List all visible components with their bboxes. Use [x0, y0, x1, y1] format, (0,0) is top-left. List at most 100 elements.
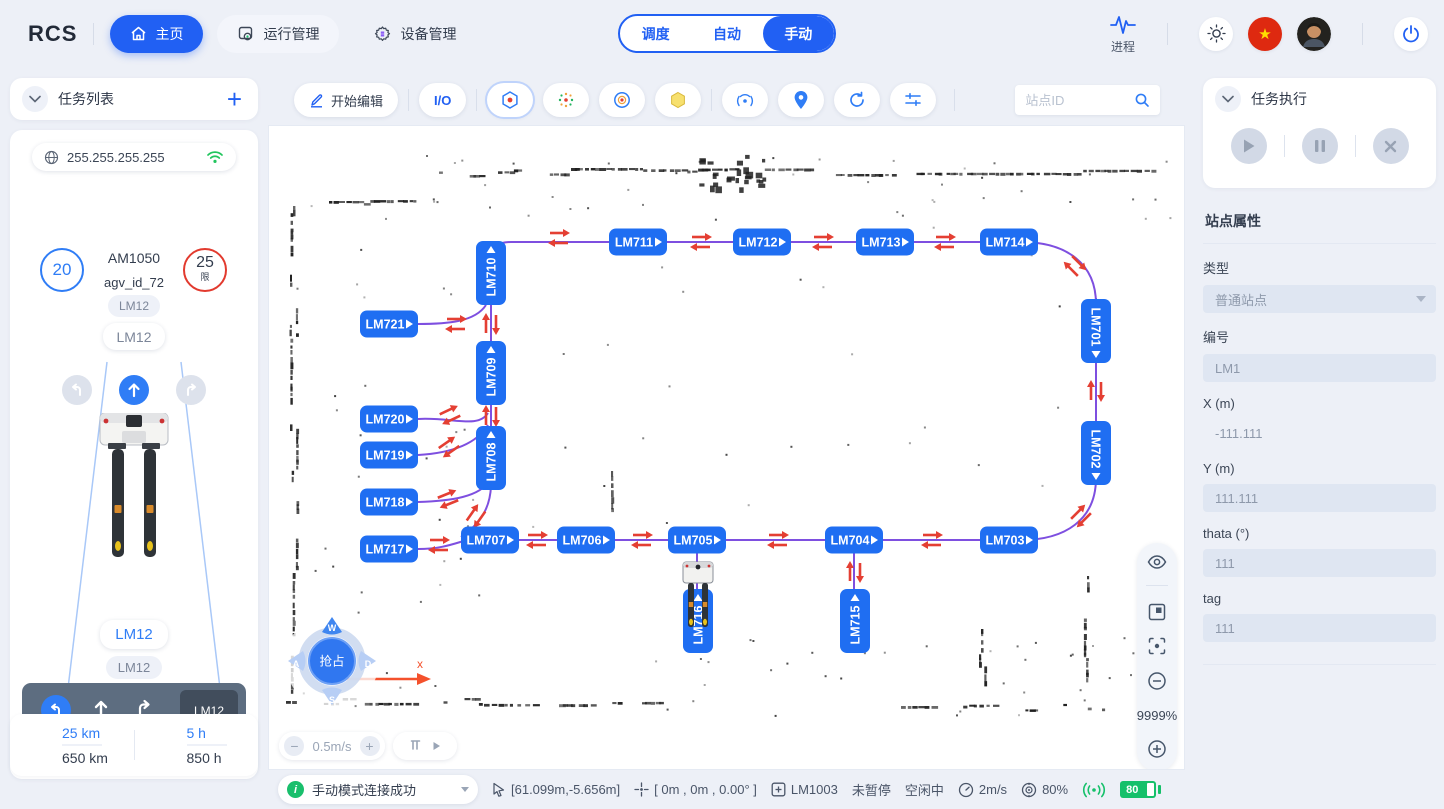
plus-square-icon [771, 782, 786, 797]
map-station-LM717[interactable]: LM717 [360, 536, 418, 563]
y-input[interactable]: 111.111 [1203, 484, 1436, 512]
robot-pose: [ 0m , 0m , 0.00° ] [634, 782, 757, 797]
map-station-LM703[interactable]: LM703 [980, 527, 1038, 554]
pin-button[interactable] [778, 83, 824, 117]
zoom-out-button[interactable] [1147, 671, 1167, 691]
theta-input[interactable]: 111 [1203, 549, 1436, 577]
station-search [1015, 85, 1160, 115]
go-forward-button[interactable] [119, 375, 149, 405]
pencil-icon [309, 93, 324, 108]
mode-option-auto[interactable]: 自动 [691, 16, 762, 51]
tag-input[interactable]: 111 [1203, 614, 1436, 642]
map-station-LM719[interactable]: LM719 [360, 442, 418, 469]
layer-zone-button[interactable] [655, 83, 701, 117]
io-button[interactable]: I/O [419, 83, 466, 117]
nav-item-operation[interactable]: 运行管理 [217, 15, 339, 53]
nav-item-label: 主页 [155, 24, 183, 44]
location-pin-icon [793, 90, 809, 110]
collapse-button[interactable] [22, 86, 48, 112]
app-logo: RCS [28, 21, 77, 47]
current-station: LM1003 [771, 782, 838, 797]
map-station-LM707[interactable]: LM707 [461, 527, 519, 554]
direction-arrow [482, 405, 490, 425]
svg-text:LM706: LM706 [563, 534, 602, 548]
layer-station-button[interactable] [487, 83, 533, 117]
map-station-LM715[interactable]: LM715 [840, 589, 870, 653]
minimap-button[interactable] [1148, 603, 1166, 621]
map-station-LM711[interactable]: LM711 [609, 229, 667, 256]
task-pause-button[interactable] [1302, 128, 1338, 164]
power-icon [1401, 24, 1421, 44]
layer-pointcloud-button[interactable] [543, 83, 589, 117]
speed-readout: 2m/s [958, 782, 1007, 798]
type-select[interactable]: 普通站点 [1203, 285, 1436, 313]
task-list-panel: 任务列表 + 255.255.255.255 20 AM1050 agv_id_… [0, 67, 268, 809]
svg-text:LM703: LM703 [986, 534, 1025, 548]
zoom-in-button[interactable] [1147, 739, 1167, 759]
task-execution-card: 任务执行 [1203, 78, 1436, 188]
map-station-LM712[interactable]: LM712 [733, 229, 791, 256]
map-station-LM718[interactable]: LM718 [360, 489, 418, 516]
chevron-down-icon [461, 787, 469, 792]
map-station-LM716[interactable]: LM716 [683, 589, 713, 653]
direction-arrow [492, 315, 500, 335]
map-station-LM710[interactable]: LM710 [476, 241, 506, 305]
collapse-button[interactable] [1215, 86, 1241, 112]
agv-ip-field[interactable]: 255.255.255.255 [32, 143, 236, 171]
add-task-button[interactable]: + [223, 89, 246, 109]
center-focus-button[interactable] [1148, 637, 1166, 655]
map-station-LM706[interactable]: LM706 [557, 527, 615, 554]
speed-minus-button[interactable]: − [284, 736, 304, 756]
map-station-LM714[interactable]: LM714 [980, 229, 1038, 256]
map-station-LM720[interactable]: LM720 [360, 406, 418, 433]
visibility-button[interactable] [1147, 555, 1167, 569]
joystick-seize-button[interactable]: 抢占 [309, 638, 355, 684]
start-edit-button[interactable]: 开始编辑 [294, 83, 398, 117]
map-station-LM713[interactable]: LM713 [856, 229, 914, 256]
task-play-button[interactable] [1231, 128, 1267, 164]
turn-right-button[interactable] [176, 375, 206, 405]
search-icon[interactable] [1134, 92, 1150, 108]
power-button[interactable] [1394, 17, 1428, 51]
vehicle-card: 255.255.255.255 20 AM1050 agv_id_72 25 限… [10, 130, 258, 779]
task-list-header: 任务列表 + [10, 78, 258, 120]
speed-plus-button[interactable]: + [360, 736, 380, 756]
mode-status-select[interactable]: i 手动模式连接成功 [278, 775, 478, 804]
theme-button[interactable] [1199, 17, 1233, 51]
map-station-LM721[interactable]: LM721 [360, 311, 418, 338]
process-label: 进程 [1111, 38, 1135, 55]
mode-option-manual[interactable]: 手动 [763, 16, 834, 51]
task-cancel-button[interactable] [1373, 128, 1409, 164]
user-avatar[interactable] [1297, 17, 1331, 51]
mode-option-dispatch[interactable]: 调度 [620, 16, 691, 51]
number-input[interactable]: LM1 [1203, 354, 1436, 382]
station-tag: LM12 [106, 656, 162, 679]
map-station-LM705[interactable]: LM705 [668, 527, 726, 554]
direction-arrow [846, 561, 854, 581]
map-canvas[interactable]: LM711 LM712 LM713 LM714 LM701 LM702 LM703 LM704… [268, 125, 1185, 770]
filter-button[interactable] [890, 83, 936, 117]
joystick: WADS抢占 [285, 614, 379, 708]
layer-target-button[interactable] [599, 83, 645, 117]
map-station-LM701[interactable]: LM701 [1081, 299, 1111, 363]
fork-control[interactable] [393, 732, 457, 760]
direction-arrow [921, 541, 941, 549]
station-search-input[interactable] [1025, 93, 1128, 108]
map-station-LM708[interactable]: LM708 [476, 426, 506, 490]
map-toolbar: 开始编辑 I/O [294, 82, 1160, 118]
x-input[interactable]: -111.111 [1203, 419, 1436, 447]
relocate-button[interactable] [722, 83, 768, 117]
direction-arrow [633, 531, 653, 539]
language-flag-button[interactable]: ★ [1248, 17, 1282, 51]
svg-text:LM714: LM714 [986, 236, 1025, 250]
nav-item-devices[interactable]: 设备管理 [353, 15, 476, 53]
turn-left-button[interactable] [62, 375, 92, 405]
map-station-LM709[interactable]: LM709 [476, 341, 506, 405]
nav-item-home[interactable]: 主页 [110, 15, 203, 53]
info-icon: i [287, 781, 304, 798]
target-icon [1021, 782, 1037, 798]
map-station-LM702[interactable]: LM702 [1081, 421, 1111, 485]
map-station-LM704[interactable]: LM704 [825, 527, 883, 554]
process-button[interactable]: 进程 [1110, 13, 1136, 55]
refresh-button[interactable] [834, 83, 880, 117]
